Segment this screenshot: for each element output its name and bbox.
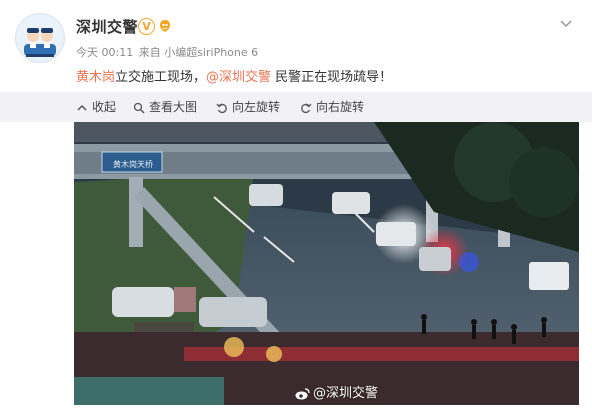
collapse-icon [77,104,87,111]
rotate-left-icon [216,103,227,113]
collapse-button[interactable]: 收起 [76,92,116,122]
collapse-label: 收起 [92,100,117,114]
photo-watermark: @深圳交警 [295,382,378,401]
chevron-down-icon[interactable] [560,18,572,30]
verified-icon: V [138,18,155,35]
rotate-right-icon [301,103,312,113]
content-text-1: 立交施工现场， [115,70,207,85]
image-toolbar: 收起 查看大图 向左旋转 向右旋转 [0,92,592,122]
post-time[interactable]: 今天 00:11 [76,46,133,59]
weibo-logo-icon [295,387,310,399]
vip-badge-icon[interactable] [157,18,173,34]
zoom-icon [133,102,145,114]
location-link[interactable]: 黄木岗 [76,70,115,85]
avatar[interactable] [15,13,65,63]
rotate-left-label: 向左旋转 [232,100,281,114]
rotate-right-button[interactable]: 向右旋转 [300,92,364,122]
mention-link[interactable]: @深圳交警 [206,70,271,85]
watermark-text: @深圳交警 [313,386,379,401]
weibo-post: 深圳交警 V 今天 00:11 来自 小编超siriPhone 6 黄木岗立交施… [0,0,592,411]
post-source: 来自 小编超siriPhone 6 [138,46,259,59]
rotate-left-button[interactable]: 向左旋转 [216,92,280,122]
post-meta: 今天 00:11 来自 小编超siriPhone 6 [76,44,260,60]
avatar-police-icon [16,14,64,62]
post-content: 黄木岗立交施工现场，@深圳交警 民警正在现场疏导！ [76,66,392,85]
view-large-label: 查看大图 [149,100,198,114]
content-text-2: 民警正在现场疏导！ [271,70,393,85]
username[interactable]: 深圳交警 [76,16,138,37]
rotate-right-label: 向右旋转 [316,100,365,114]
view-large-button[interactable]: 查看大图 [133,92,197,122]
overpass-sign: 黄木岗天桥 [113,160,153,169]
